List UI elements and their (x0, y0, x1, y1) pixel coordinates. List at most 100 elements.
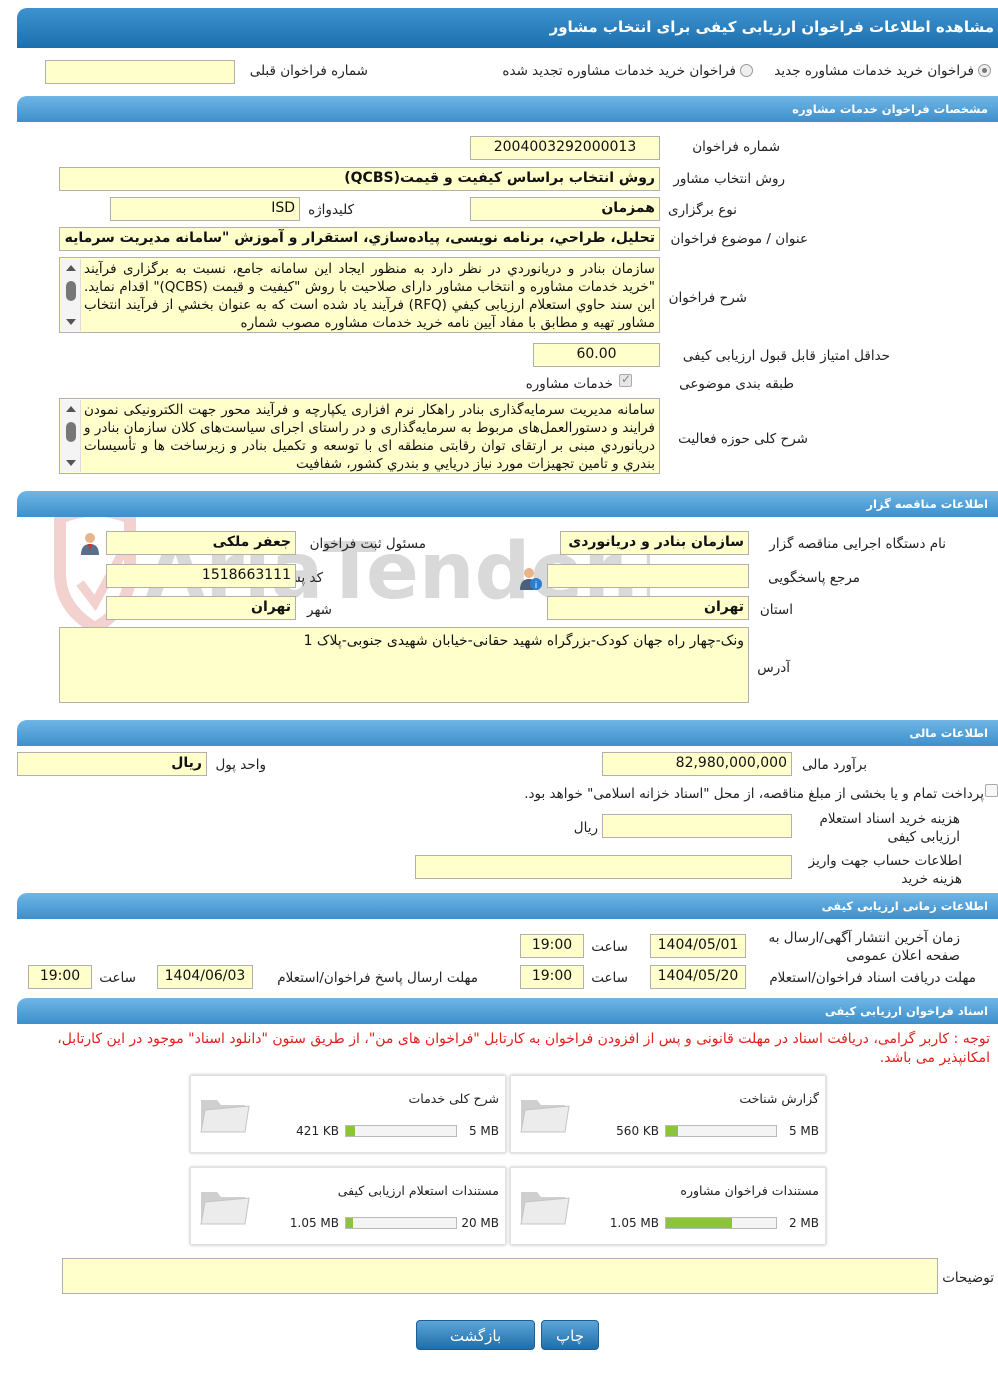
selection-method-field[interactable]: روش انتخاب براساس کیفیت و قیمت(QCBS) (59, 167, 660, 191)
organization-field[interactable]: سازمان بنادر و دریانوردی (560, 531, 749, 555)
activity-scope-textarea[interactable]: سامانه مدیریت سرمایه‌گذاری بنادر راهکار … (59, 398, 660, 474)
document-size-fill (666, 1218, 732, 1228)
province-label: استان (759, 602, 793, 618)
document-card[interactable]: مستندات استعلام ارزیابی کیفی 20 MB 1.05 … (190, 1167, 506, 1245)
radio-renewed-call-label: فراخوان خرید خدمات مشاوره تجدید شده (502, 63, 736, 79)
print-button[interactable]: چاپ (541, 1320, 599, 1350)
response-ref-label: مرجع پاسخگویی (768, 570, 860, 586)
publish-hour-label: ساعت (591, 939, 628, 955)
postal-code-field[interactable]: 1518663111 (106, 564, 296, 588)
min-score-field[interactable]: 60.00 (533, 343, 660, 367)
keyword-label: کلیدواژه (308, 202, 354, 218)
holding-type-label: نوع برگزاری (668, 202, 737, 218)
scroll-up-icon[interactable] (66, 406, 76, 412)
document-card[interactable]: شرح کلی خدمات 5 MB 421 KB (190, 1075, 506, 1153)
document-size: 560 KB (616, 1124, 659, 1138)
treasury-text: پرداخت تمام و یا بخشی از مبلغ مناقصه، از… (524, 786, 984, 802)
folder-icon[interactable] (197, 1182, 251, 1228)
user-icon[interactable] (78, 531, 102, 555)
section-timing-header: اطلاعات زمانی ارزیابی کیفی (17, 893, 998, 919)
treasury-checkbox[interactable] (985, 784, 998, 797)
scroll-down-icon[interactable] (66, 460, 76, 466)
document-card[interactable]: گزارش شناخت 5 MB 560 KB (510, 1075, 826, 1153)
document-max-size: 5 MB (468, 1124, 499, 1138)
radio-new-call-label: فراخوان خرید خدمات مشاوره جدید (774, 63, 974, 79)
document-size-bar (345, 1217, 457, 1229)
reply-hour-field[interactable]: 19:00 (28, 965, 92, 989)
scroll-down-icon[interactable] (66, 319, 76, 325)
document-max-size: 20 MB (461, 1216, 499, 1230)
document-size: 1.05 MB (289, 1216, 339, 1230)
estimate-label: برآورد مالی (801, 757, 867, 773)
selection-method-label: روش انتخاب مشاور (673, 171, 785, 187)
estimate-field[interactable]: 82,980,000,000 (602, 752, 792, 776)
receive-hour-field[interactable]: 19:00 (520, 965, 584, 989)
document-card[interactable]: مستندات فراخوان مشاوره 2 MB 1.05 MB (510, 1167, 826, 1245)
currency-field[interactable]: ریال (17, 752, 207, 776)
document-size-fill (666, 1126, 679, 1136)
scroll-thumb[interactable] (66, 281, 76, 301)
publish-date-field[interactable]: 1404/05/01 (650, 934, 746, 958)
description-scrollbar[interactable] (61, 259, 81, 331)
document-max-size: 2 MB (788, 1216, 819, 1230)
window-title: مشاهده اطلاعات فراخوان ارزیابی کیفی برای… (549, 18, 994, 36)
province-field[interactable]: تهران (547, 596, 749, 620)
radio-new-call[interactable] (978, 64, 991, 77)
subject-field[interactable]: تحلیل، طراحي، برنامه نویسی، پیاده‌سازي، … (59, 227, 660, 251)
call-number-label: شماره فراخوان (692, 139, 780, 155)
doc-fee-label: هزینه خرید اسناد استعلام ارزیابی کیفی (819, 811, 960, 845)
activity-scope-text: سامانه مدیریت سرمایه‌گذاری بنادر راهکار … (84, 402, 655, 472)
window-title-bar: مشاهده اطلاعات فراخوان ارزیابی کیفی برای… (17, 8, 998, 48)
previous-call-number-label: شماره فراخوان قبلی (249, 63, 368, 79)
city-field[interactable]: تهران (106, 596, 296, 620)
reply-hour-label: ساعت (99, 970, 136, 986)
activity-scope-label: شرح کلی حوزه فعالیت (678, 431, 808, 447)
organization-label: نام دستگاه اجرایی مناقصه گزار (769, 536, 946, 552)
call-description-textarea[interactable]: سازمان بنادر و دریانوردي در نظر دارد به … (59, 257, 660, 333)
city-label: شهر (307, 602, 332, 618)
back-button[interactable]: بازگشت (416, 1320, 535, 1350)
section-docs-header: اسناد فراخوان ارزیابی کیفی (17, 998, 998, 1024)
call-description-text: سازمان بنادر و دریانوردي در نظر دارد به … (84, 261, 655, 331)
registrar-label: مسئول ثبت فراخوان (309, 536, 426, 552)
holding-type-field[interactable]: همزمان (470, 197, 660, 221)
receive-hour-label: ساعت (591, 970, 628, 986)
svg-text:i: i (535, 581, 538, 590)
registrar-field[interactable]: جعفر ملکی (106, 531, 296, 555)
folder-icon[interactable] (197, 1090, 251, 1136)
folder-icon[interactable] (517, 1090, 571, 1136)
subject-category-label: طبقه بندی موضوعی (679, 376, 794, 392)
scroll-up-icon[interactable] (66, 265, 76, 271)
keyword-field[interactable]: ISD (110, 197, 300, 221)
document-size: 1.05 MB (609, 1216, 659, 1230)
previous-call-number-field[interactable] (45, 60, 235, 84)
document-name: گزارش شناخت (739, 1091, 819, 1106)
doc-fee-unit: ریال (573, 820, 598, 836)
receive-date-field[interactable]: 1404/05/20 (650, 965, 746, 989)
address-field[interactable]: ونک-چهار راه جهان کودک-بزرگراه شهید حقان… (59, 627, 749, 703)
currency-label: واحد پول (215, 757, 266, 773)
user-info-icon[interactable]: i (518, 566, 542, 590)
document-name: مستندات فراخوان مشاوره (680, 1183, 819, 1198)
account-field[interactable] (415, 855, 792, 879)
response-ref-field[interactable] (547, 564, 749, 588)
category-value: خدمات مشاوره (525, 376, 613, 392)
publish-hour-field[interactable]: 19:00 (520, 934, 584, 958)
scope-scrollbar[interactable] (61, 400, 81, 472)
category-checkbox[interactable] (619, 372, 632, 387)
scroll-thumb[interactable] (66, 422, 76, 442)
remarks-field[interactable] (62, 1258, 938, 1294)
document-size-bar (345, 1125, 457, 1137)
section-spec-header: مشخصات فراخوان خدمات مشاوره (17, 96, 998, 122)
reply-date-field[interactable]: 1404/06/03 (157, 965, 253, 989)
account-label: اطلاعات حساب جهت واریز هزینه خرید (808, 853, 962, 887)
call-number-field[interactable]: 2004003292000013 (470, 136, 660, 160)
remarks-label: توضیحات (942, 1270, 994, 1286)
folder-icon[interactable] (517, 1182, 571, 1228)
radio-renewed-call[interactable] (740, 64, 753, 77)
doc-fee-field[interactable] (602, 814, 792, 838)
document-size-fill (346, 1126, 355, 1136)
document-name: شرح کلی خدمات (408, 1091, 499, 1106)
document-size-bar (665, 1125, 777, 1137)
download-note: توجه : کاربر گرامی، دریافت اسناد در مهلت… (57, 1031, 990, 1066)
